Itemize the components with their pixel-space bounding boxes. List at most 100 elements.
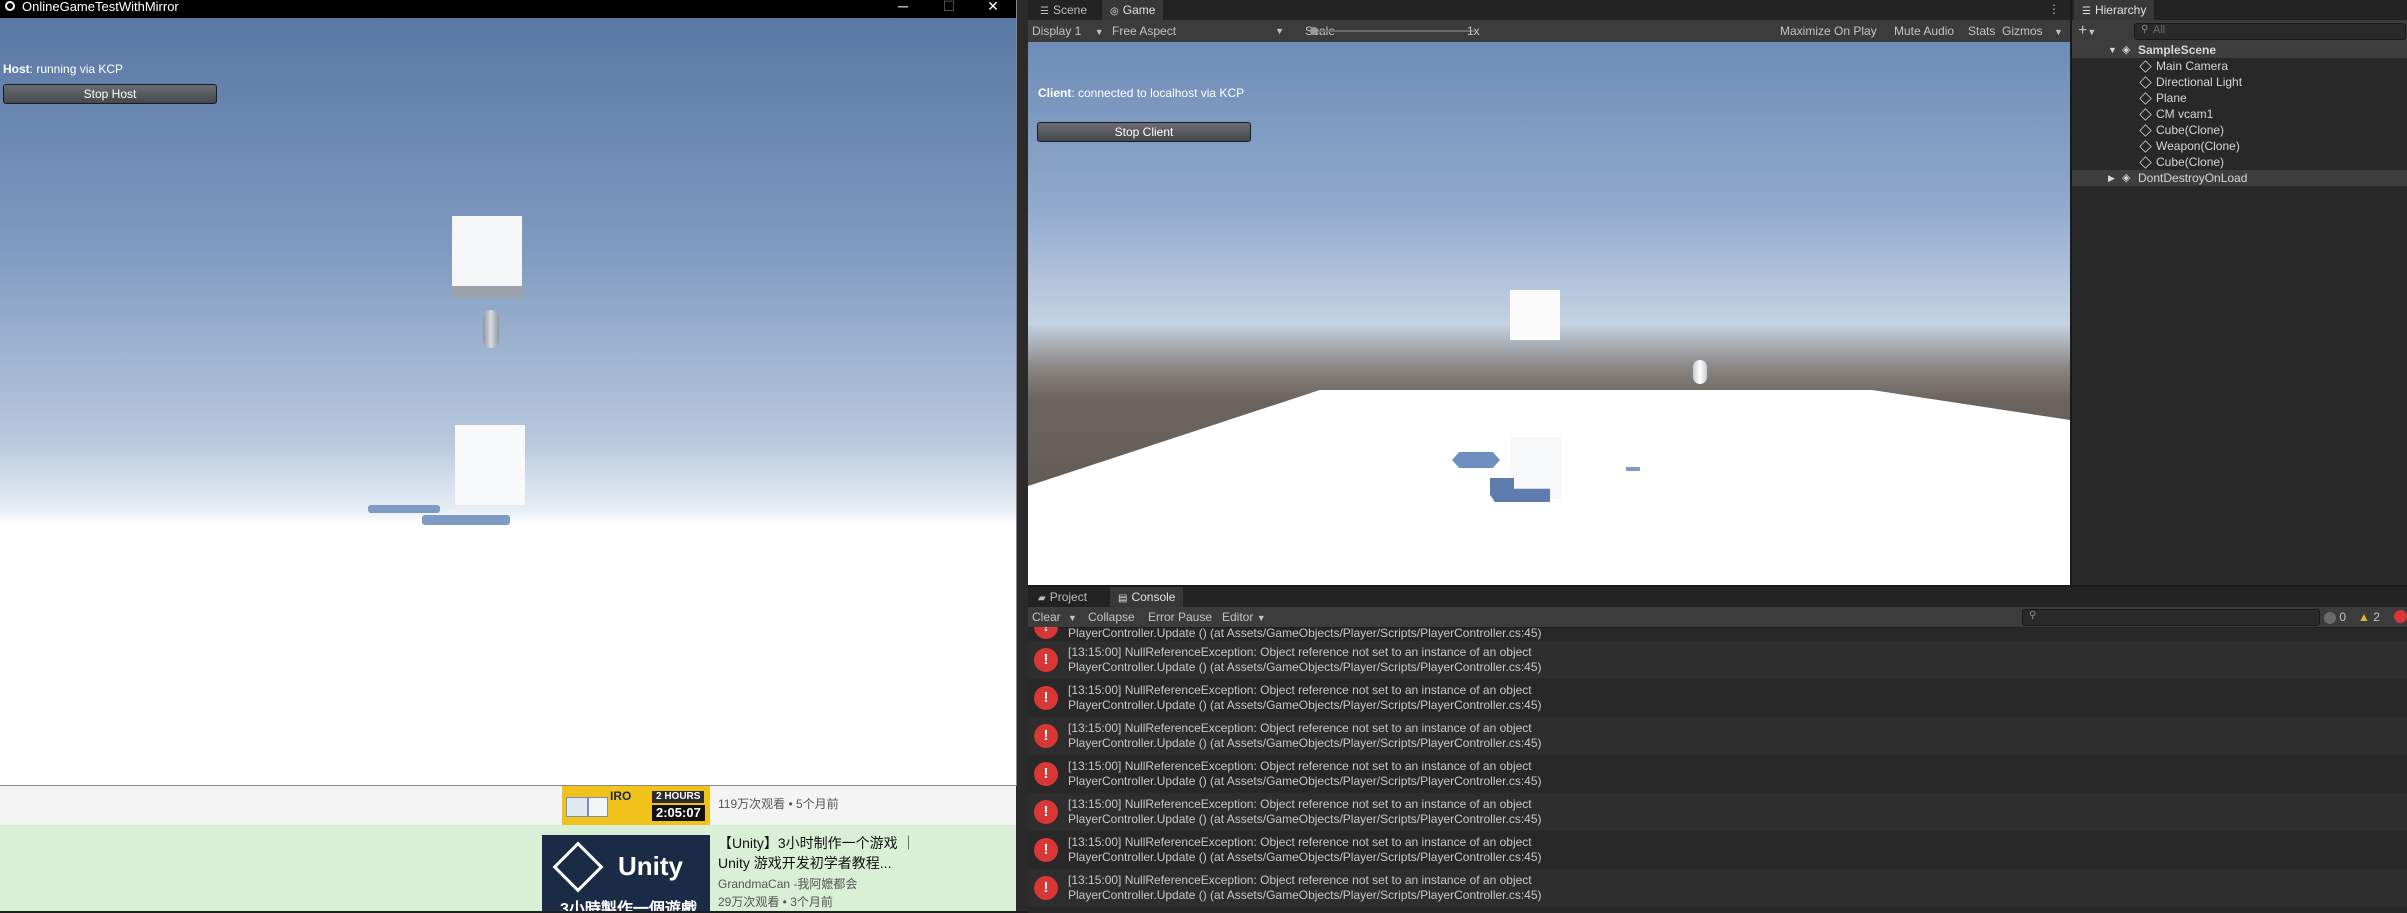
error-pause-toggle[interactable]: Error Pause [1148,607,1212,627]
scale-slider-track[interactable] [1315,30,1475,32]
console-log-row[interactable]: ! [13:15:00] NullReferenceException: Obje… [1028,679,2407,717]
game-tab-icon: ◎ [1110,6,1119,17]
console-log-row[interactable]: ! [13:15:00] NullReferenceException: Obje… [1028,641,2407,679]
hierarchy-item[interactable]: Directional Light [2072,74,2407,90]
hierarchy-item-label: Weapon(Clone) [2156,139,2240,153]
game-window-titlebar[interactable]: OnlineGameTestWithMirror ─ ☐ ✕ [0,0,1016,18]
gizmos-toggle[interactable]: Gizmos ▼ [2002,20,2063,42]
error-icon: ! [1034,800,1058,824]
hierarchy-item-label: Directional Light [2156,75,2243,89]
hierarchy-scene-row[interactable]: ▼ ◈ SampleScene [2072,42,2407,58]
hierarchy-dontdestroy-row[interactable]: ▶ ◈ DontDestroyOnLoad [2072,170,2407,186]
hierarchy-item[interactable]: Cube(Clone) [2072,122,2407,138]
chevron-down-icon: ▼ [1068,613,1077,623]
dontdestroy-name: DontDestroyOnLoad [2138,171,2248,185]
video-2-title-line2[interactable]: Unity 游戏开发初学者教程... [718,853,891,873]
editor-dropdown[interactable]: Editor ▼ [1222,607,1266,627]
client-status-label: Client: connected to localhost via KCP [1038,86,1245,100]
hierarchy-item[interactable]: Cube(Clone) [2072,154,2407,170]
stats-toggle[interactable]: Stats [1968,20,1995,42]
hierarchy-item-label: Plane [2156,91,2187,105]
host-game-viewport[interactable]: Host: running via KCP Stop Host [0,18,1016,785]
video-thumbnail-1[interactable]: IRO 2 HOURS 2:05:07 [562,785,710,825]
log-count-badge[interactable]: 0 [2324,610,2346,624]
console-log-message: [13:15:00] NullReferenceException: Objec… [1068,873,1532,887]
hierarchy-search-placeholder: All [2153,24,2166,36]
shadow-3 [1626,467,1640,471]
info-icon [2324,611,2336,624]
console-log-row[interactable]: ! [13:15:00] NullReferenceException: Obje… [1028,717,2407,755]
maximize-icon[interactable]: ☐ [926,0,972,14]
cube-icon [2139,76,2152,89]
error-count-icon[interactable] [2394,610,2407,623]
close-icon[interactable]: ✕ [970,0,1016,14]
list-view-icon[interactable] [566,797,588,817]
console-log-message: [13:15:00] NullReferenceException: Objec… [1068,835,1532,849]
chevron-down-icon: ▼ [2054,27,2063,37]
display-dropdown[interactable]: Display 1 ▼ [1032,20,1104,42]
unity-scene-icon: ◈ [2122,44,2131,56]
console-log-message: [13:15:00] NullReferenceException: Objec… [1068,683,1532,697]
console-log-message: [13:15:00] NullReferenceException: Objec… [1068,721,1532,735]
hierarchy-item-label: Main Camera [2156,59,2229,73]
hierarchy-item[interactable]: CM vcam1 [2072,106,2407,122]
console-log-row[interactable]: ! [13:15:00] NullReferenceException: Obje… [1028,755,2407,793]
video-2-channel[interactable]: GrandmaCan -我阿嬷都会 [718,875,857,893]
console-log-row[interactable]: ! [13:15:00] NullReferenceException: Obje… [1028,831,2407,869]
video-thumbnail-2[interactable]: Unity 3小時製作一個遊戲 [542,835,710,911]
collapse-arrow-icon: ▶ [2108,173,2115,183]
more-options-icon[interactable]: ⋮ [2048,2,2060,16]
cube-icon [2139,60,2152,73]
stop-client-button[interactable]: Stop Client [1037,122,1251,142]
tab-scene[interactable]: ☰ Scene [1032,0,1095,20]
aspect-dropdown[interactable]: Free Aspect ▼ [1112,20,1292,42]
game-view-toolbar: Display 1 ▼ Free Aspect▼ Scale 1x Maximi… [1028,20,2070,43]
game-view-tabbar: ☰ Scene ◎ Game ⋮ [1028,0,2070,20]
hierarchy-search-input[interactable]: ⚲ All [2134,23,2406,40]
floating-cube [452,216,522,286]
shadow-1 [1452,452,1500,468]
cube-icon [2139,124,2152,137]
scale-slider-thumb[interactable] [1310,27,1318,35]
chevron-down-icon: ▼ [1275,26,1284,36]
video-2-title-line1[interactable]: 【Unity】3小时制作一个游戏 ｜ [718,833,916,853]
browser-video-row-2: Unity 3小時製作一個遊戲 【Unity】3小时制作一个游戏 ｜ Unity… [0,825,1016,911]
client-game-viewport[interactable]: Client: connected to localhost via KCP S… [1028,42,2070,585]
console-log-stacktrace: PlayerController.Update () (at Assets/Ga… [1068,660,1542,674]
tab-console[interactable]: ▤ Console [1110,587,1184,607]
search-icon: ⚲ [2029,610,2037,621]
search-icon: ⚲ [2141,24,2149,35]
console-log-message: [13:15:00] NullReferenceException: Objec… [1068,759,1532,773]
console-tabbar: ▰ Project ▤ Console [1028,587,2407,607]
minimize-icon[interactable]: ─ [880,0,926,14]
add-object-button[interactable]: +▼ [2078,20,2096,42]
warning-count-badge[interactable]: ▲ 2 [2358,610,2380,624]
console-log-message: [13:15:00] NullReferenceException: Objec… [1068,797,1532,811]
cube-icon [2139,156,2152,169]
grid-view-icon[interactable] [588,797,608,817]
stop-host-button[interactable]: Stop Host [3,84,217,104]
unity-logo-icon [552,841,604,893]
tab-hierarchy[interactable]: ☰ Hierarchy [2074,0,2155,20]
tab-game[interactable]: ◎ Game [1102,0,1164,20]
shadow-2 [422,515,510,525]
mute-audio-toggle[interactable]: Mute Audio [1894,20,1954,42]
collapse-toggle[interactable]: Collapse [1088,607,1135,627]
expand-arrow-icon: ▼ [2108,45,2117,55]
clear-button[interactable]: Clear ▼ [1032,607,1077,627]
tab-project[interactable]: ▰ Project [1030,587,1095,607]
console-search-input[interactable]: ⚲ [2022,609,2320,626]
console-row-partial[interactable]: ! PlayerController.Update () (at Assets/… [1028,627,2407,641]
scene-name: SampleScene [2138,43,2217,57]
hierarchy-item[interactable]: Weapon(Clone) [2072,138,2407,154]
console-log-stacktrace: PlayerController.Update () (at Assets/Ga… [1068,698,1542,712]
console-log-stacktrace: PlayerController.Update () (at Assets/Ga… [1068,812,1542,826]
background-strip [1016,0,1028,911]
console-log-row[interactable]: ! [13:15:00] NullReferenceException: Obje… [1028,793,2407,831]
console-log-row[interactable]: ! [13:15:00] NullReferenceException: Obje… [1028,869,2407,907]
hierarchy-item-label: CM vcam1 [2156,107,2214,121]
maximize-on-play-toggle[interactable]: Maximize On Play [1780,20,1877,42]
hierarchy-item[interactable]: Main Camera [2072,58,2407,74]
hierarchy-item[interactable]: Plane [2072,90,2407,106]
error-icon: ! [1034,876,1058,900]
